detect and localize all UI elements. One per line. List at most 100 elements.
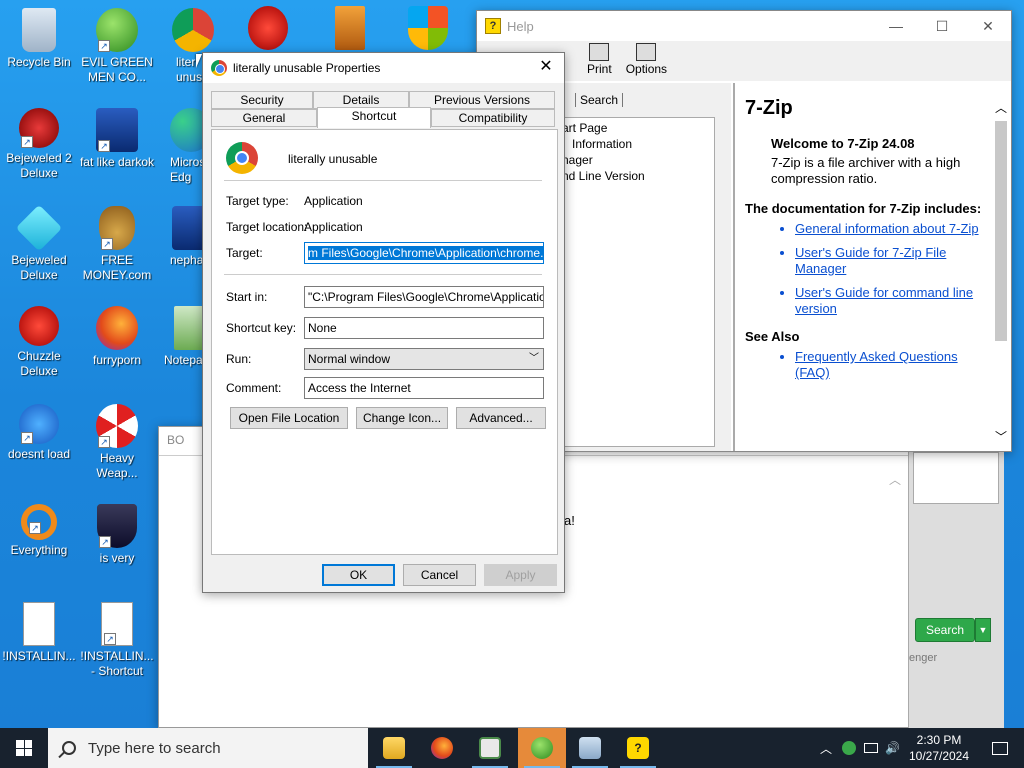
maximize-icon[interactable]: ☐ <box>919 11 965 41</box>
desktop-icon-windows-shield[interactable] <box>404 6 452 53</box>
desktop-icon-notepad[interactable]: Notepa <box>156 306 206 368</box>
tree-item[interactable]: Information <box>562 136 714 152</box>
link-file-manager-guide[interactable]: User's Guide for 7-Zip File Manager <box>795 245 987 277</box>
taskbar-green-men[interactable] <box>518 728 566 768</box>
target-input[interactable]: m Files\Google\Chrome\Application\chrome… <box>304 242 544 264</box>
options-button[interactable]: Options <box>626 41 667 81</box>
tab-search[interactable]: Search <box>575 93 624 107</box>
advanced-button[interactable]: Advanced... <box>456 407 546 429</box>
desktop-icon-label: is very <box>99 551 135 565</box>
desktop-icon-bejeweled2[interactable]: ↗ Bejeweled 2 Deluxe <box>0 108 78 181</box>
people-icon[interactable] <box>842 741 857 755</box>
desktop-icon-everything[interactable]: ↗ Everything <box>0 504 78 558</box>
tab-compatibility[interactable]: Compatibility <box>431 109 555 127</box>
properties-dialog[interactable]: literally unusable Properties ✕ Security… <box>202 52 565 593</box>
link-faq[interactable]: Frequently Asked Questions (FAQ) <box>795 349 987 381</box>
apply-button[interactable]: Apply <box>484 564 557 586</box>
close-icon[interactable]: ✕ <box>965 11 1011 41</box>
target-label: Target: <box>226 246 263 260</box>
system-tray: ︿ 🔊 <box>814 728 903 768</box>
desktop-icon-installing[interactable]: !INSTALLIN... <box>0 602 78 664</box>
desktop-icon-label: !INSTALLIN... - Shortcut <box>80 649 154 678</box>
desktop-icon-furryporn[interactable]: furryporn <box>78 306 156 368</box>
desktop-icon-literally-unusable[interactable]: liter unusa <box>156 8 214 85</box>
scroll-up-icon[interactable]: ︿ <box>889 471 901 488</box>
desktop-icon-label: Chuzzle Deluxe <box>17 349 61 378</box>
print-button[interactable]: Print <box>587 41 612 81</box>
desktop-icon-is-very[interactable]: ↗ is very <box>78 504 156 566</box>
network-icon[interactable] <box>864 743 879 753</box>
tree-item[interactable]: nager <box>562 152 714 168</box>
tree-item[interactable]: art Page <box>562 120 714 136</box>
scroll-thumb[interactable] <box>995 121 1007 341</box>
help-window-controls: — ☐ ✕ <box>873 11 1011 41</box>
start-in-input[interactable]: "C:\Program Files\Google\Chrome\Applicat… <box>304 286 544 308</box>
desktop-icon-label: Micros Edg <box>170 155 206 184</box>
desktop-icon-edge[interactable]: Micros Edg <box>156 108 212 185</box>
desktop-icon-heavy-weapon[interactable]: ↗ Heavy Weap... <box>78 404 156 481</box>
shield-icon <box>408 6 448 50</box>
scroll-down-icon[interactable]: ﹀ <box>993 428 1009 445</box>
desktop-icon-fat-like-darkok[interactable]: ↗ fat like darkok <box>78 108 156 170</box>
taskbar-search[interactable]: Type here to search <box>48 728 368 768</box>
desktop-icon-label: furryporn <box>92 353 142 367</box>
docs-heading: The documentation for 7-Zip includes: <box>745 201 982 216</box>
start-button[interactable] <box>0 728 48 768</box>
tab-security[interactable]: Security <box>211 91 313 109</box>
desktop-icon-recycle-bin[interactable]: Recycle Bin <box>0 8 78 70</box>
desktop-icon-bejeweled[interactable]: Bejeweled Deluxe <box>0 204 78 283</box>
notification-center-button[interactable] <box>976 728 1024 768</box>
taskbar-file-explorer[interactable] <box>370 728 418 768</box>
desktop-icon-chuzzle[interactable]: Chuzzle Deluxe <box>0 306 78 379</box>
search-dropdown-icon[interactable]: ▼ <box>975 618 991 642</box>
taskbar-app-window[interactable] <box>466 728 514 768</box>
ok-button[interactable]: OK <box>322 564 395 586</box>
scroll-up-icon[interactable]: ︿ <box>993 99 1009 116</box>
open-file-location-button[interactable]: Open File Location <box>230 407 348 429</box>
tree-item[interactable]: nd Line Version <box>562 168 714 184</box>
cancel-button[interactable]: Cancel <box>403 564 476 586</box>
close-icon[interactable]: ✕ <box>536 57 556 77</box>
tab-shortcut[interactable]: Shortcut <box>317 107 431 128</box>
run-select[interactable]: Normal window ﹀ <box>304 348 544 370</box>
comment-input[interactable]: Access the Internet <box>304 377 544 399</box>
help-icon: ? <box>627 737 649 759</box>
desktop-icon-doesnt-load[interactable]: ↗ doesnt load <box>0 404 78 462</box>
desktop-icon-evil-green-men[interactable]: ↗ EVIL GREEN MEN CO... <box>78 8 156 85</box>
taskbar-help[interactable]: ? <box>614 728 662 768</box>
shortcut-key-input[interactable]: None <box>304 317 544 339</box>
taskbar-firefox[interactable] <box>418 728 466 768</box>
thunderbird-icon: ↗ <box>19 404 59 444</box>
docs-links: General information about 7-Zip User's G… <box>745 221 987 317</box>
help-scrollbar[interactable]: ︿ ﹀ <box>993 99 1009 449</box>
document-icon <box>23 602 55 646</box>
taskbar-explorer-window[interactable] <box>566 728 614 768</box>
window-app-icon <box>479 737 501 759</box>
clock[interactable]: 2:30 PM 10/27/2024 <box>904 732 974 764</box>
see-also-heading: See Also <box>745 329 800 344</box>
properties-title: literally unusable Properties <box>233 61 381 75</box>
search-button[interactable]: Search <box>915 618 975 642</box>
chevron-up-icon[interactable]: ︿ <box>814 740 838 757</box>
target-value: m Files\Google\Chrome\Application\chrome… <box>308 246 543 260</box>
properties-titlebar[interactable]: literally unusable Properties <box>203 53 564 83</box>
link-general-info[interactable]: General information about 7-Zip <box>795 221 987 237</box>
clock-time: 2:30 PM <box>916 733 962 747</box>
desktop-icon-label: Heavy Weap... <box>96 451 138 480</box>
desktop-icon-label: EVIL GREEN MEN CO... <box>81 55 153 84</box>
desktop-icon-archive-app[interactable] <box>328 6 372 53</box>
minimize-icon[interactable]: — <box>873 11 919 41</box>
comment-label: Comment: <box>226 381 282 395</box>
desktop-icon-nepha[interactable]: nepha <box>156 206 212 268</box>
change-icon-button[interactable]: Change Icon... <box>356 407 448 429</box>
desktop-icon-p-app[interactable] <box>246 6 290 53</box>
desktop-icon-free-money[interactable]: ↗ FREE MONEY.com <box>78 206 156 283</box>
link-command-line-guide[interactable]: User's Guide for command line version <box>795 285 987 317</box>
desktop-icon-installing-shortcut[interactable]: ↗ !INSTALLIN... - Shortcut <box>78 602 156 679</box>
tab-general[interactable]: General <box>211 109 317 127</box>
run-value: Normal window <box>308 352 391 366</box>
desktop-icon-label: !INSTALLIN... <box>2 649 76 663</box>
help-icon: ? <box>485 18 501 34</box>
chuzzle-icon <box>19 306 59 346</box>
volume-icon[interactable]: 🔊 <box>882 741 903 755</box>
